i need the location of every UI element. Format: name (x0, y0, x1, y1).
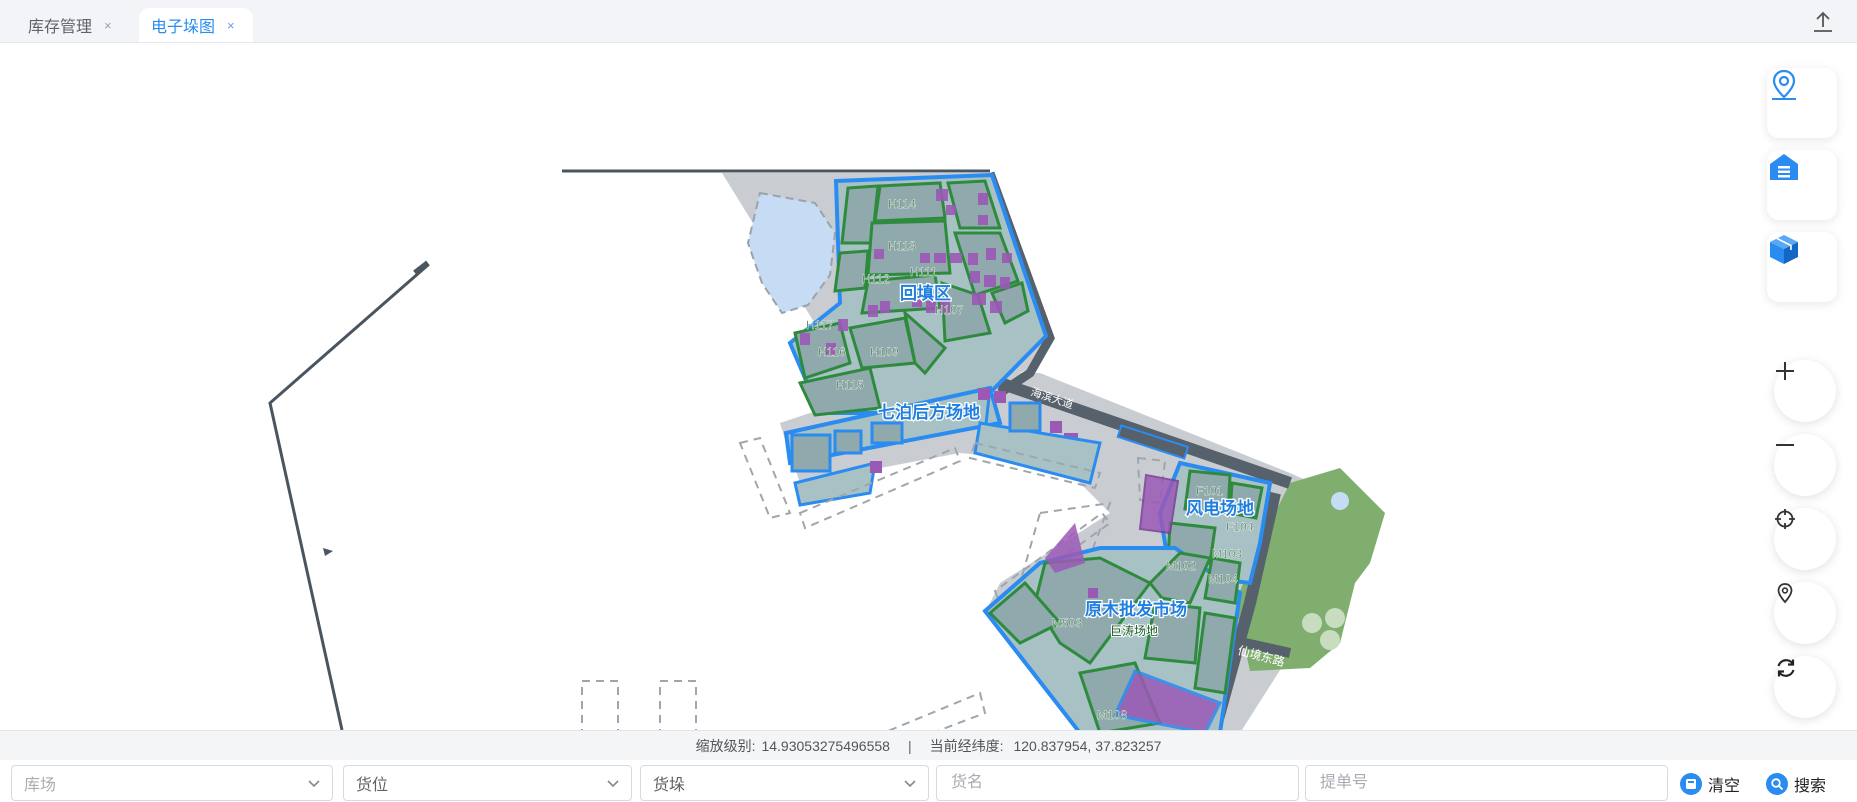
stack-select[interactable]: 货垛 (640, 765, 929, 801)
block-label: F101 (1196, 484, 1224, 498)
area-label: 风电场地 (1186, 498, 1254, 518)
clear-label: 清空 (1708, 778, 1741, 795)
tab-inventory[interactable]: 库存管理 × (0, 8, 138, 42)
tab-bar: 库存管理 × 电子垛图 × (0, 0, 1857, 43)
map-boundary-marker (323, 548, 333, 556)
block-label: F104 (1226, 520, 1254, 534)
tab-close-icon[interactable]: × (227, 18, 235, 33)
search-label: 搜索 (1794, 778, 1827, 795)
warehouse-button[interactable] (1767, 150, 1837, 220)
block-label: H113 (888, 239, 916, 253)
location-pin-button[interactable] (1767, 68, 1837, 138)
block-label: M108 (1097, 708, 1127, 722)
block-label: H111 (910, 265, 937, 279)
chevron-down-icon (306, 775, 322, 796)
tab-label: 库存管理 (28, 19, 93, 36)
block-label: M104 (1208, 572, 1238, 586)
area-label: 七泊后方场地 (878, 402, 980, 422)
map-boundary-line (413, 260, 430, 276)
coordinates-label: 当前经纬度: (929, 737, 1004, 754)
block-label: H107 (935, 303, 964, 317)
map-canvas[interactable]: H114 H113 H111 H112 H107 H117 H116 H109 … (0, 43, 1857, 730)
zoom-out-button[interactable] (1774, 434, 1836, 496)
block-label: H114 (888, 197, 916, 211)
area-label: 巨涛场地 (1110, 623, 1158, 638)
goods-name-input[interactable] (949, 773, 1286, 793)
stack-select-placeholder: 货垛 (653, 777, 686, 794)
yard-select[interactable]: 库场 (11, 765, 333, 801)
tab-label: 电子垛图 (151, 19, 216, 36)
tab-close-icon[interactable]: × (104, 18, 112, 33)
status-separator: | (907, 737, 912, 754)
locate-button[interactable] (1774, 582, 1836, 644)
search-icon (1766, 773, 1788, 795)
clear-icon (1680, 773, 1702, 795)
tab-stack-map[interactable]: 电子垛图 × (139, 8, 253, 42)
chevron-down-icon (605, 775, 621, 796)
block-label: M503 (1052, 616, 1082, 630)
bill-number-input[interactable] (1318, 773, 1655, 793)
coordinates-value: 120.837954, 37.823257 (1013, 737, 1162, 754)
chevron-down-icon (902, 775, 918, 796)
block-label: H115 (836, 378, 864, 392)
zoom-level-label: 缩放级别: (695, 737, 756, 754)
refresh-button[interactable] (1774, 656, 1836, 718)
block-label: M103 (1212, 547, 1242, 561)
stack-map[interactable]: H114 H113 H111 H112 H107 H117 H116 H109 … (0, 43, 1857, 730)
block-label: H116 (818, 345, 846, 359)
bill-number-field[interactable] (1305, 765, 1668, 801)
map-boundary-line (268, 263, 429, 730)
area-label: 回填区 (900, 283, 951, 303)
filter-bar: 库场 货位 货垛 清空 搜索 (0, 760, 1857, 802)
cargo-box-button[interactable] (1767, 232, 1837, 302)
block-label: H109 (870, 345, 899, 359)
upload-icon[interactable] (1809, 8, 1837, 36)
location-select[interactable]: 货位 (343, 765, 632, 801)
crosshair-button[interactable] (1774, 508, 1836, 570)
block-label: H117 (806, 318, 834, 332)
map-status-bar: 缩放级别: 14.93053275496558 | 当前经纬度: 120.837… (0, 730, 1857, 760)
yard-select-placeholder: 库场 (24, 777, 57, 794)
location-select-placeholder: 货位 (356, 777, 389, 794)
search-button[interactable]: 搜索 (1766, 772, 1826, 796)
zoom-in-button[interactable] (1774, 360, 1836, 422)
zoom-level-value: 14.93053275496558 (761, 737, 890, 754)
goods-name-field[interactable] (936, 765, 1299, 801)
block-label: M102 (1166, 559, 1196, 573)
area-label: 原木批发市场 (1085, 599, 1187, 619)
block-label: H112 (862, 272, 890, 286)
clear-button[interactable]: 清空 (1680, 772, 1740, 796)
